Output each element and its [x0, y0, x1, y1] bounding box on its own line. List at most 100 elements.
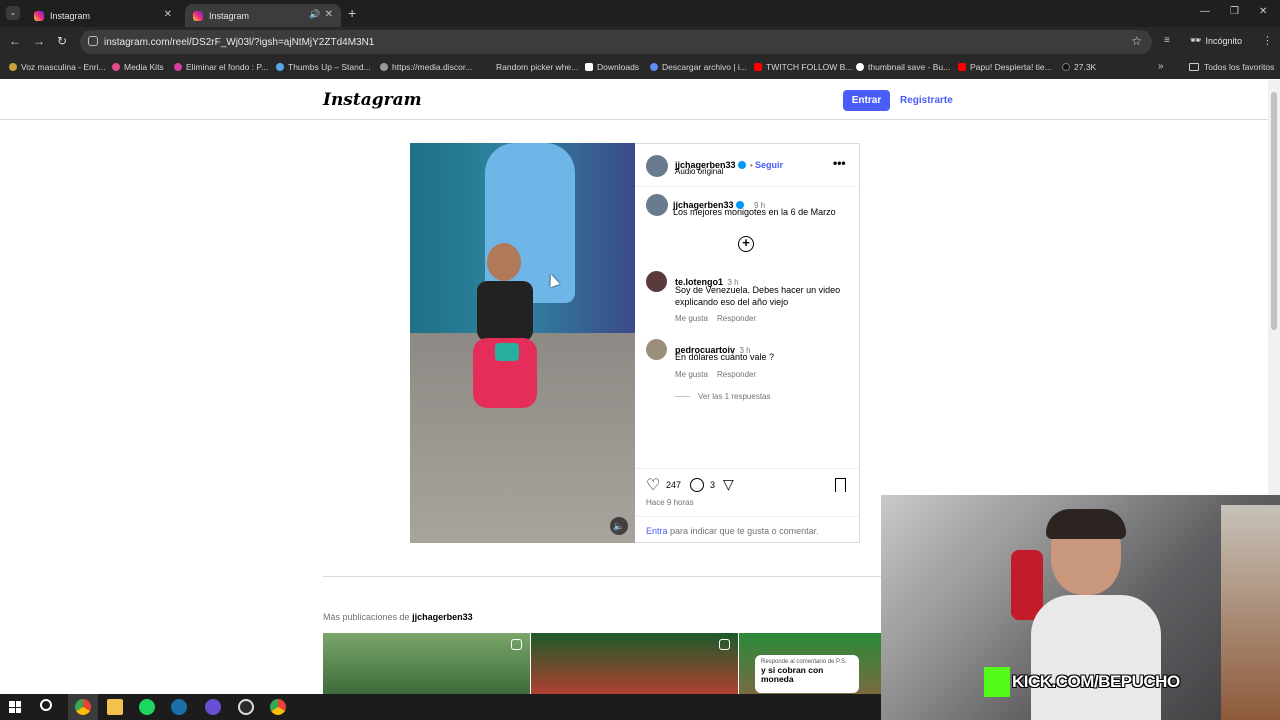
bookmark-item[interactable]: https://media.discor... — [380, 62, 472, 72]
login-button[interactable]: Entrar — [843, 90, 890, 111]
more-options-icon[interactable]: ••• — [833, 156, 846, 170]
bookmark-item[interactable]: Random picker whe... — [496, 62, 578, 72]
comment-like-link[interactable]: Me gusta — [675, 370, 708, 379]
bookmark-item[interactable]: Eliminar el fondo : P... — [174, 62, 268, 72]
browser-tab-strip: ⌄ Instagram ✕ Instagram 🔊 ✕ + — ❐ ✕ — [0, 0, 1280, 27]
menu-icon[interactable]: ⋮ — [1262, 34, 1273, 47]
comment-reply-link[interactable]: Responder — [717, 370, 756, 379]
mute-icon[interactable]: 🔈 — [610, 517, 628, 535]
address-bar[interactable]: instagram.com/reel/DS2rF_Wj03l/?igsh=ajN… — [80, 30, 1152, 54]
comment-text: En dólares cuánto vale ? — [675, 352, 775, 362]
bookmark-star-icon[interactable]: ☆ — [1131, 34, 1142, 48]
verified-badge-icon — [737, 161, 746, 169]
comment-reply-link[interactable]: Responder — [717, 314, 756, 323]
incognito-badge[interactable]: 🕶 Incógnito — [1190, 35, 1242, 46]
save-bookmark-icon[interactable] — [835, 478, 846, 492]
incognito-icon: 🕶 — [1190, 35, 1202, 45]
tab-label: Instagram — [209, 10, 250, 21]
tab-label: Instagram — [50, 10, 91, 21]
obs-icon[interactable] — [205, 699, 221, 715]
instagram-logo[interactable]: Instagram — [323, 90, 422, 110]
all-bookmarks-folder[interactable]: Todos los favoritos — [1189, 62, 1274, 72]
comment-text: Soy de Venezuela. Debes hacer un video e… — [675, 285, 841, 307]
commenter-avatar[interactable] — [646, 339, 667, 360]
panel-divider — [635, 186, 860, 187]
globe-icon — [380, 63, 388, 71]
like-heart-icon[interactable]: ♡ — [646, 475, 660, 495]
google-icon — [856, 63, 864, 71]
download-file-icon — [650, 63, 658, 71]
bookmark-item[interactable]: Descargar archivo | i... — [650, 62, 747, 72]
chrome-icon[interactable] — [75, 699, 91, 715]
spotify-icon[interactable] — [139, 699, 155, 715]
bookmark-item[interactable]: Media Kits — [112, 62, 164, 72]
minimize-icon[interactable]: — — [1200, 6, 1210, 17]
post-thumbnail[interactable] — [323, 633, 530, 694]
speaker-icon[interactable]: 🔊 — [309, 9, 320, 20]
post-thumbnail[interactable] — [531, 633, 738, 694]
youtube-icon — [958, 63, 966, 71]
bookmarks-overflow-icon[interactable]: » — [1158, 61, 1164, 72]
site-info-icon[interactable] — [88, 36, 98, 46]
media-kits-icon — [112, 63, 120, 71]
caption-text: Los mejores monigotes en la 6 de Marzo — [673, 207, 836, 217]
more-posts-user[interactable]: jjchagerben33 — [412, 612, 473, 622]
caption-avatar[interactable] — [646, 194, 668, 216]
audio-label[interactable]: Audio original — [675, 167, 723, 176]
bookmark-item[interactable]: TWITCH FOLLOW B... — [754, 62, 852, 72]
remove-bg-icon — [174, 63, 182, 71]
comment-like-link[interactable]: Me gusta — [675, 314, 708, 323]
new-tab-button[interactable]: + — [348, 5, 356, 21]
section-divider — [323, 576, 881, 577]
close-tab-icon[interactable]: ✕ — [325, 9, 333, 20]
restore-icon[interactable]: ❐ — [1230, 6, 1239, 17]
close-tab-icon[interactable]: ✕ — [164, 9, 172, 20]
comment-bubble-icon[interactable] — [690, 478, 704, 492]
posted-time: Hace 9 horas — [646, 498, 694, 507]
commenter-avatar[interactable] — [646, 271, 667, 292]
login-prompt: Entra para indicar que te gusta o coment… — [646, 526, 819, 536]
tab-instagram-2[interactable]: Instagram 🔊 ✕ — [185, 4, 341, 27]
close-window-icon[interactable]: ✕ — [1259, 6, 1267, 17]
view-replies-link[interactable]: Ver las 1 respuestas — [698, 392, 770, 401]
more-posts-heading: Más publicaciones de jjchagerben33 — [323, 612, 473, 622]
scrollbar-thumb[interactable] — [1271, 92, 1277, 330]
address-url: instagram.com/reel/DS2rF_Wj03l/?igsh=ajN… — [104, 36, 375, 48]
app-icon[interactable] — [238, 699, 254, 715]
replies-line — [675, 396, 690, 397]
bookmark-label: Downloads — [597, 62, 640, 72]
tab-instagram-1[interactable]: Instagram ✕ — [26, 4, 180, 27]
tab-search-icon[interactable]: ⌄ — [6, 6, 20, 20]
webcam-banner: KICK.COM/BEPUCHO — [1012, 672, 1180, 691]
login-prompt-link[interactable]: Entra — [646, 526, 668, 536]
comment-count: 3 — [710, 480, 716, 490]
search-icon[interactable] — [40, 699, 52, 711]
bookmark-item[interactable]: Thumbs Up – Stand... — [276, 62, 371, 72]
signup-link[interactable]: Registrarte — [900, 95, 953, 106]
post-thumbnail[interactable]: Responde al comentario de P.S. y si cobr… — [739, 633, 881, 694]
bookmark-item[interactable]: Downloads — [585, 62, 639, 72]
forward-icon[interactable]: → — [33, 34, 45, 48]
bookmark-item[interactable]: Voz masculina - Enri... — [9, 62, 106, 72]
back-icon[interactable]: ← — [9, 34, 21, 48]
reading-list-icon[interactable]: ≡ — [1164, 35, 1170, 46]
bookmark-label: Papu! Despierta! tie... — [970, 62, 1052, 72]
reel-icon — [511, 639, 522, 650]
bookmarks-bar: Voz masculina - Enri... Media Kits Elimi… — [0, 57, 1280, 79]
bookshelf — [1221, 505, 1280, 720]
bookmark-item[interactable]: thumbnail save - Bu... — [856, 62, 950, 72]
steam-icon[interactable] — [171, 699, 187, 715]
more-posts-prefix: Más publicaciones de — [323, 612, 410, 622]
share-icon[interactable]: ▽ — [723, 476, 734, 493]
follow-link[interactable]: Seguir — [755, 160, 783, 170]
bookmark-item[interactable]: 27.3K — [1062, 62, 1096, 72]
chrome-icon[interactable] — [270, 699, 286, 715]
author-avatar[interactable] — [646, 155, 668, 177]
reel-video[interactable]: 🔈 — [410, 143, 635, 543]
file-explorer-icon[interactable] — [107, 699, 123, 715]
windows-start-icon[interactable] — [9, 701, 21, 713]
add-circle-icon[interactable]: + — [738, 236, 754, 252]
login-prompt-text: para indicar que te gusta o comentar. — [670, 526, 819, 536]
bookmark-item[interactable]: Papu! Despierta! tie... — [958, 62, 1052, 72]
reload-icon[interactable]: ↻ — [57, 34, 67, 48]
